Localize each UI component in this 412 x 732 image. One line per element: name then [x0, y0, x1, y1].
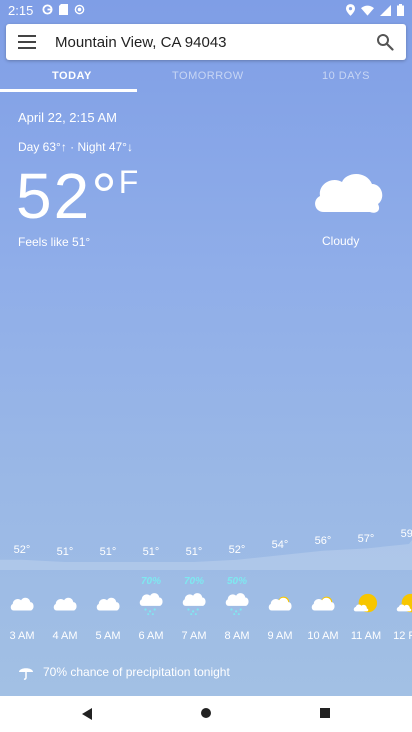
tab-tomorrow[interactable]: TOMORROW — [172, 70, 244, 82]
feels-like: Feels like 51° — [18, 235, 91, 249]
temp-value: 52° — [16, 160, 119, 232]
hour-time: 4 AM — [52, 630, 78, 642]
status-time: 2:15 — [8, 3, 34, 18]
umbrella-icon — [19, 668, 33, 680]
hour-precip: 70% — [140, 576, 161, 587]
hour-temp: 51° — [56, 546, 74, 558]
menu-icon[interactable] — [18, 35, 36, 49]
location-icon — [346, 4, 355, 16]
hour-time: 10 AM — [307, 630, 339, 642]
hour-precip: 50% — [226, 576, 247, 587]
rain-cloud-icon — [139, 593, 163, 616]
hour-time: 5 AM — [95, 630, 121, 642]
hour-time: 9 AM — [267, 630, 293, 642]
hour-time: 12 PM — [393, 630, 412, 642]
day-tabs: TODAY TOMORROW 10 DAYS — [0, 62, 412, 92]
tab-indicator — [0, 89, 137, 92]
navigation-bar — [0, 696, 412, 732]
hour-temp: 51° — [142, 546, 160, 558]
hour-temp: 52° — [13, 543, 31, 556]
hour-time: 7 AM — [181, 630, 207, 642]
tab-today[interactable]: TODAY — [52, 70, 92, 82]
location-text[interactable]: Mountain View, CA 94043 — [55, 34, 227, 51]
sun-cloud-icon — [396, 593, 412, 613]
sun-cloud-icon — [353, 593, 378, 613]
hour-temp: 54° — [271, 539, 289, 552]
back-icon[interactable] — [80, 707, 94, 721]
current-date-time: April 22, 2:15 AM — [18, 110, 117, 125]
hour-temp: 51° — [99, 546, 117, 558]
sd-card-icon — [59, 4, 68, 15]
hour-temp: 52° — [228, 543, 246, 556]
hour-temp: 59° — [400, 528, 412, 540]
precipitation-alert[interactable]: 70% chance of precipitation tonight — [0, 656, 412, 686]
cloud-icon — [315, 174, 383, 213]
cloud-icon — [10, 597, 34, 611]
signal-icon — [380, 4, 391, 16]
google-icon — [42, 4, 53, 15]
wifi-icon — [361, 5, 374, 16]
cloud-icon — [96, 597, 120, 611]
hour-temp: 57° — [357, 532, 375, 545]
current-temperature: 52°F — [16, 156, 140, 236]
hour-time: 6 AM — [138, 630, 164, 642]
system-icons — [346, 4, 404, 16]
rain-cloud-icon — [225, 593, 249, 616]
notification-icons — [42, 4, 85, 15]
hour-time: 8 AM — [224, 630, 250, 642]
hour-precip: 70% — [183, 576, 204, 587]
search-icon[interactable] — [376, 33, 394, 51]
hour-time: 11 AM — [350, 630, 382, 642]
status-bar: 2:15 — [0, 0, 412, 22]
condition-label: Cloudy — [322, 234, 360, 248]
tab-10-days[interactable]: 10 DAYS — [322, 70, 370, 82]
hour-time: 3 AM — [9, 630, 35, 642]
recents-icon[interactable] — [320, 708, 330, 718]
home-icon[interactable] — [201, 708, 211, 718]
temp-unit: F — [118, 164, 141, 200]
partly-cloudy-icon — [311, 596, 335, 611]
hour-temp: 51° — [185, 546, 203, 558]
search-bar[interactable]: Mountain View, CA 94043 — [6, 24, 406, 60]
hourly-forecast[interactable]: 52° 3 AM 51° 4 AM 51° 5 AM 51° 70% 6 AM 51° 70% 7 A… — [0, 520, 412, 660]
record-icon — [74, 4, 85, 15]
hour-temp: 56° — [314, 534, 332, 547]
rain-cloud-icon — [182, 593, 206, 616]
weather-screen: 2:15 Mountain View, CA 94043 TODAY TOMOR… — [0, 0, 412, 696]
battery-icon — [397, 4, 404, 16]
partly-cloudy-icon — [268, 596, 292, 611]
day-night-temps: Day 63°↑ · Night 47°↓ — [18, 140, 133, 154]
alert-text: 70% chance of precipitation tonight — [43, 665, 230, 679]
cloud-icon — [53, 597, 77, 611]
